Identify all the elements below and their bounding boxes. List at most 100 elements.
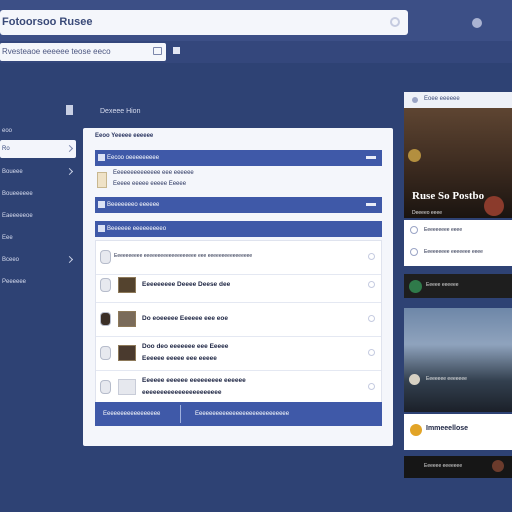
sidebar-item-label: Eee xyxy=(2,235,13,241)
avatar xyxy=(408,149,421,162)
refresh-icon[interactable] xyxy=(390,17,400,27)
list-item-text: Eeeeeeeee Deeee Deese dee xyxy=(142,281,231,288)
thumbnail-image xyxy=(118,379,136,395)
list-item-subtext: Eeeeee eeeee eee eeeee xyxy=(142,355,217,362)
sidebar-item-label: Peeeeee xyxy=(2,279,27,285)
sidebar-item-label: Boueeeeee xyxy=(2,191,33,197)
section-bar-label: Beeeeee eeeeeeeeeo xyxy=(107,226,167,232)
feed-card[interactable]: Ruse So Postbo Deeeeo eeee xyxy=(404,108,512,218)
feed-icon xyxy=(412,97,418,103)
footer-button[interactable]: Eeeeeeeeeeeeeeeeeeeeeeeeeeee xyxy=(187,405,377,423)
chevron-right-icon xyxy=(65,255,74,264)
feed-card[interactable]: Eeeeeee eeeeeee xyxy=(404,308,512,412)
feed-card[interactable]: Eeeeeeeee eeee Eeeeeeeee eeeeeee eeee xyxy=(404,220,512,266)
footer-bar: Eeeeeeeeeeeeeeeee Eeeeeeeeeeeeeeeeeeeeee… xyxy=(95,402,382,426)
more-icon[interactable] xyxy=(368,315,375,322)
sidebar-item-label: Bceeo xyxy=(2,257,20,263)
chevron-down-icon xyxy=(98,201,105,208)
more-icon[interactable] xyxy=(368,281,375,288)
avatar xyxy=(100,312,111,326)
item-list: Eeeeeeeeee eeeeeeeeeeeeeeeeeee eee eeeee… xyxy=(95,240,382,412)
feed-header-label: Eoee eeeeee xyxy=(424,96,460,102)
file-icon xyxy=(100,278,111,292)
avatar xyxy=(409,280,422,293)
section-bar-label: Beeeeeeeo eeeeee xyxy=(107,202,160,208)
minus-icon[interactable] xyxy=(366,203,376,206)
info-icon xyxy=(410,226,418,234)
feed-card-headline: Ruse So Postbo xyxy=(412,190,485,202)
sidebar-item-label: Boueee xyxy=(2,169,23,175)
document-icon xyxy=(97,172,107,188)
list-item-text: Do eoeeeee Eeeeee eee eoe xyxy=(142,315,229,322)
list-item[interactable]: Do eoeeeee Eeeeee eee eoe xyxy=(96,303,381,337)
list-item-text: Eeeeee eeeeee eeeeeeeee eeeeee xyxy=(142,377,246,384)
account-icon[interactable] xyxy=(472,18,482,28)
search-input[interactable]: Rvesteaoe eeeeee teose eeco xyxy=(0,43,166,61)
list-item[interactable]: Eeeeee eeeeee eeeeeeeee eeeeee eeeeeeeee… xyxy=(96,371,381,405)
panel-heading: Eeoo Yeeeee eeeeee xyxy=(95,133,154,139)
sub-bar: Rvesteaoe eeeeee teose eeco xyxy=(0,41,512,63)
feed-header: Eoee eeeeee xyxy=(404,92,512,108)
sidebar-item[interactable]: Peeeeee xyxy=(0,273,76,291)
thumbnail-image xyxy=(118,345,136,361)
top-bar: Fotoorsoo Rusee xyxy=(0,0,512,46)
list-item-subtext: eeeeeeeeeeeeeeeeeeeeee xyxy=(142,389,222,396)
feed-card[interactable]: Eeeeee eeeeeee xyxy=(404,456,512,478)
sidebar-item[interactable]: Eee xyxy=(0,229,76,247)
section-bar[interactable]: Eecoo oeeeeeeeee xyxy=(95,150,382,166)
main-panel: Eeoo Yeeeee eeeeee Eecoo oeeeeeeeee Eeee… xyxy=(83,128,393,446)
feed-card-line: Eeeeeeeee eeee xyxy=(424,227,463,233)
badge-icon xyxy=(492,460,504,472)
feed-card-name: Immeeellose xyxy=(426,425,469,432)
sub-row[interactable]: Eeeeeeeeeeeeee eee eeeeee Eeeee eeeee ee… xyxy=(95,170,382,192)
feed-card-caption: Deeeeo eeee xyxy=(412,210,443,216)
thumbnail-image xyxy=(118,277,136,293)
footer-button[interactable]: Eeeeeeeeeeeeeeeee xyxy=(95,405,181,423)
feed-card-line: Eeeeee eeeeeee xyxy=(424,463,463,469)
chevron-right-icon xyxy=(65,144,74,153)
section-bar[interactable]: Beeeeeeeo eeeeee xyxy=(95,197,382,213)
file-icon xyxy=(100,250,111,264)
sidebar-item[interactable]: Eaeeeeeoe xyxy=(0,207,76,225)
chevron-right-icon xyxy=(65,167,74,176)
sidebar-item-label: eoo xyxy=(2,128,13,134)
feed-card-caption: Eeeeeee eeeeeee xyxy=(426,376,467,382)
search-icon[interactable] xyxy=(153,47,162,55)
avatar xyxy=(410,424,422,436)
list-item-text: Doo deo eeeeeee eee Eeeee xyxy=(142,343,229,350)
add-icon[interactable] xyxy=(173,47,180,54)
more-icon[interactable] xyxy=(368,383,375,390)
sidebar: eoo Ro Boueee Boueeeeee Eaeeeeeoe Eee Bc… xyxy=(0,100,78,300)
list-item[interactable]: Eeeeeeeee Deeee Deese dee xyxy=(96,269,381,303)
info-icon xyxy=(410,248,418,256)
sidebar-item-label: Eaeeeeeoe xyxy=(2,213,33,219)
badge-icon xyxy=(484,196,504,216)
feed-card-line: Eeeee eeeeee xyxy=(426,282,459,288)
settings-icon xyxy=(98,225,105,232)
file-icon xyxy=(100,380,111,394)
sidebar-item[interactable]: Boueeeeee xyxy=(0,185,76,203)
more-icon[interactable] xyxy=(368,253,375,260)
section-bar[interactable]: Beeeeee eeeeeeeeeo xyxy=(95,221,382,237)
list-item[interactable]: Doo deo eeeeeee eee Eeeee Eeeeee eeeee e… xyxy=(96,337,381,371)
section-bar-label: Eecoo oeeeeeeeee xyxy=(107,155,160,161)
feed-card-line: Eeeeeeeee eeeeeee eeee xyxy=(424,249,483,255)
sidebar-item-label: Ro xyxy=(2,146,10,152)
window-title-text: Fotoorsoo Rusee xyxy=(2,16,93,28)
feed-card[interactable]: Eeeee eeeeee xyxy=(404,274,512,298)
sub-row-line2: Eeeee eeeee eeeee Eeeee xyxy=(113,181,187,187)
right-feed: Eoee eeeeee Ruse So Postbo Deeeeo eeee E… xyxy=(404,92,512,482)
section-label: Dexeee Hion xyxy=(100,108,141,115)
list-item-text: Eeeeeeeeee eeeeeeeeeeeeeeeeeee eee eeeee… xyxy=(114,253,253,259)
thumbnail-image xyxy=(118,311,136,327)
sub-row-line1: Eeeeeeeeeeeeee eee eeeeee xyxy=(113,170,194,176)
window-title[interactable]: Fotoorsoo Rusee xyxy=(0,10,408,35)
sidebar-item[interactable]: Bceeo xyxy=(0,251,76,269)
collapse-icon[interactable] xyxy=(66,105,73,115)
feed-card[interactable]: Immeeellose xyxy=(404,414,512,450)
sidebar-item[interactable]: Boueee xyxy=(0,163,76,181)
sidebar-item-active[interactable]: Ro xyxy=(0,140,76,158)
more-icon[interactable] xyxy=(368,349,375,356)
sidebar-item[interactable]: eoo xyxy=(0,122,76,140)
minus-icon[interactable] xyxy=(366,156,376,159)
